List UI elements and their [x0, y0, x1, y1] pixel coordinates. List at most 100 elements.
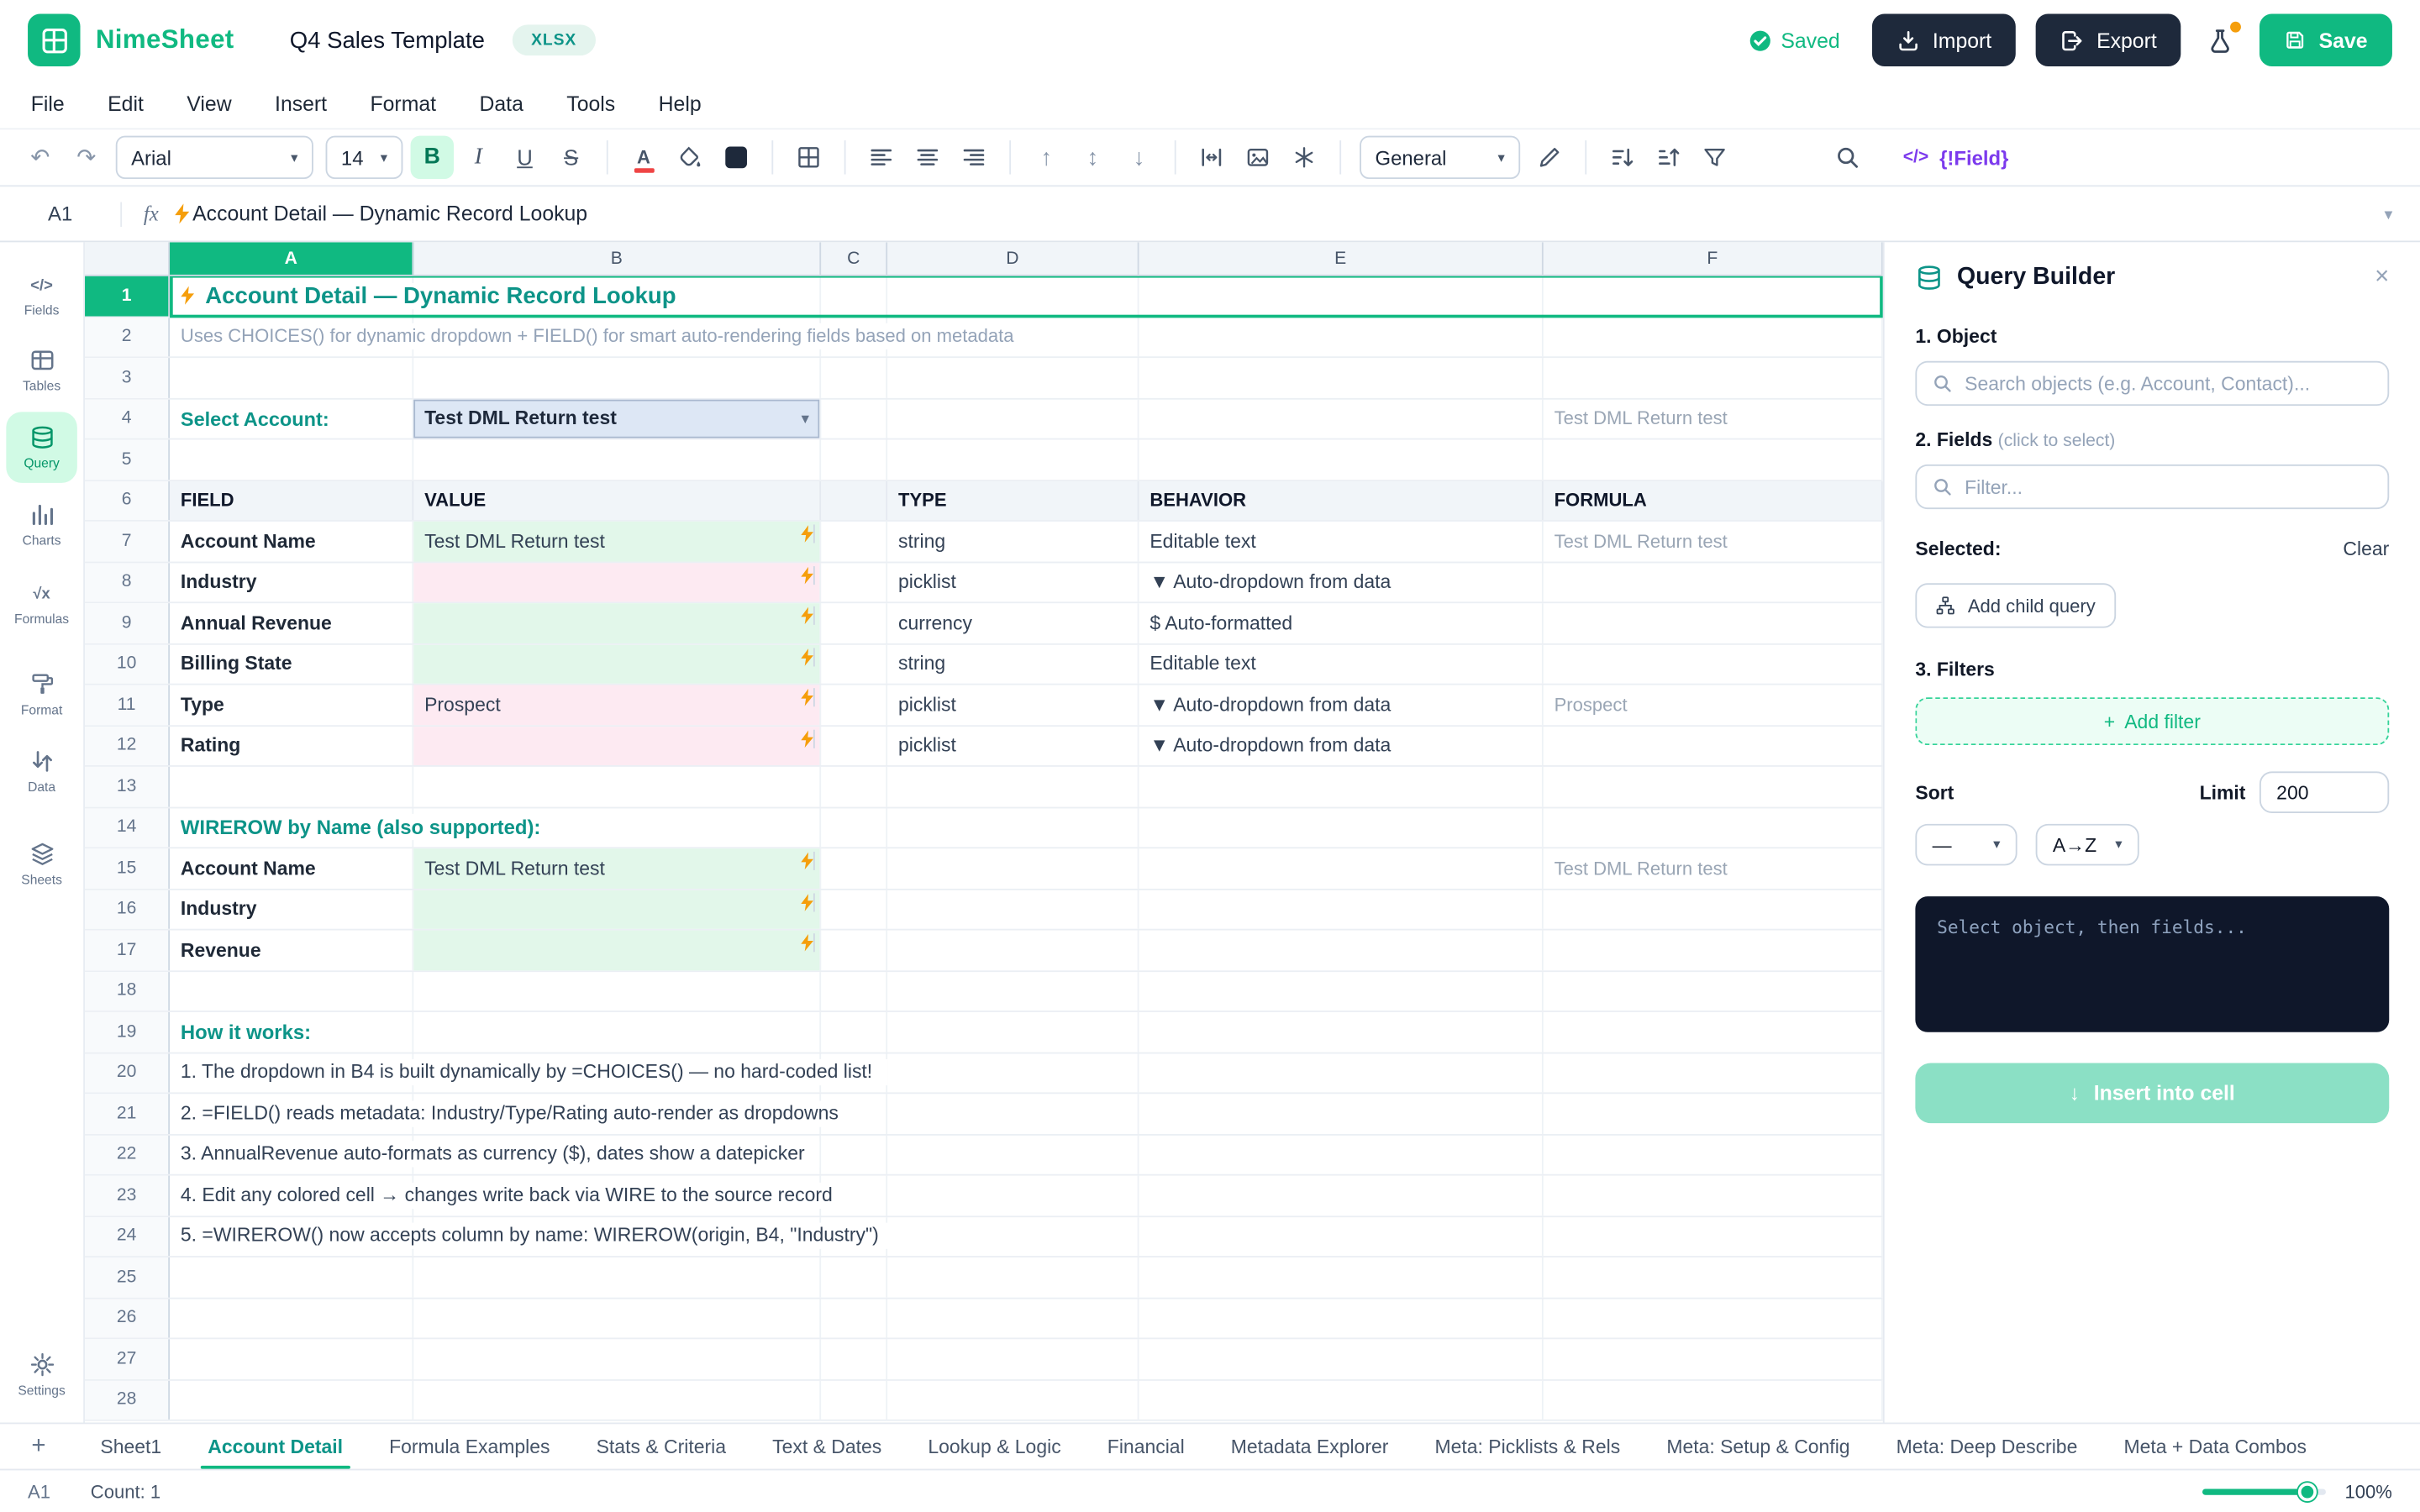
sheet-tab-lookup-logic[interactable]: Lookup & Logic: [905, 1424, 1084, 1468]
menu-data[interactable]: Data: [479, 92, 523, 116]
cell-D4[interactable]: [887, 399, 1139, 438]
cell-F21[interactable]: [1544, 1094, 1883, 1133]
cell-A3[interactable]: [170, 358, 413, 397]
cell-reference[interactable]: A1: [0, 202, 120, 226]
filter-button[interactable]: [1693, 136, 1736, 179]
row-header-25[interactable]: 25: [85, 1257, 170, 1297]
row-header-21[interactable]: 21: [85, 1094, 170, 1133]
cell-E5[interactable]: [1139, 439, 1544, 479]
row-header-15[interactable]: 15: [85, 848, 170, 888]
sidebar-item-tables[interactable]: Tables: [6, 335, 76, 406]
cell-F13[interactable]: [1544, 767, 1883, 806]
cell-D17[interactable]: [887, 931, 1139, 970]
sheet-tab-meta-picklists-rels[interactable]: Meta: Picklists & Rels: [1412, 1424, 1644, 1468]
select-all-corner[interactable]: [85, 242, 170, 275]
cell-B17[interactable]: [413, 931, 821, 970]
cell-D14[interactable]: [887, 808, 1139, 848]
cell-B9[interactable]: [413, 603, 821, 643]
cell-F24[interactable]: [1544, 1216, 1883, 1256]
menu-insert[interactable]: Insert: [275, 92, 327, 116]
cell-B13[interactable]: [413, 767, 821, 806]
cell-E6[interactable]: BEHAVIOR: [1139, 480, 1544, 520]
cell-A19[interactable]: How it works:: [170, 1012, 413, 1052]
cell-A12[interactable]: Rating: [170, 726, 413, 765]
cell-C9[interactable]: [821, 603, 887, 643]
row-header-20[interactable]: 20: [85, 1053, 170, 1093]
cell-E11[interactable]: ▼ Auto-dropdown from data: [1139, 685, 1544, 725]
cell-E12[interactable]: ▼ Auto-dropdown from data: [1139, 726, 1544, 765]
cell-D3[interactable]: [887, 358, 1139, 397]
cell-B6[interactable]: VALUE: [413, 480, 821, 520]
cell-C10[interactable]: [821, 644, 887, 684]
cell-F14[interactable]: [1544, 808, 1883, 848]
menu-help[interactable]: Help: [659, 92, 702, 116]
cell-C26[interactable]: [821, 1299, 887, 1338]
cell-D24[interactable]: [887, 1216, 1139, 1256]
cell-A9[interactable]: Annual Revenue: [170, 603, 413, 643]
cell-shade-button[interactable]: [714, 136, 757, 179]
sidebar-item-data[interactable]: Data: [6, 736, 76, 806]
sheet-tab-financial[interactable]: Financial: [1084, 1424, 1207, 1468]
cell-F9[interactable]: [1544, 603, 1883, 643]
cell-E3[interactable]: [1139, 358, 1544, 397]
sidebar-item-charts[interactable]: Charts: [6, 489, 76, 559]
cell-F27[interactable]: [1544, 1339, 1883, 1378]
cell-C6[interactable]: [821, 480, 887, 520]
row-header-23[interactable]: 23: [85, 1176, 170, 1215]
number-format-select[interactable]: General▾: [1360, 136, 1520, 179]
cell-A26[interactable]: [170, 1299, 413, 1338]
cell-C15[interactable]: [821, 848, 887, 888]
cell-E20[interactable]: [1139, 1053, 1544, 1093]
cell-A16[interactable]: Industry: [170, 890, 413, 929]
cell-F12[interactable]: [1544, 726, 1883, 765]
sidebar-item-settings[interactable]: Settings: [6, 1339, 76, 1410]
add-child-query-button[interactable]: Add child query: [1915, 583, 2115, 627]
cell-F28[interactable]: [1544, 1380, 1883, 1420]
sheet-tab-meta-deep-describe[interactable]: Meta: Deep Describe: [1873, 1424, 2101, 1468]
sort-direction-select[interactable]: A→Z▾: [2036, 824, 2139, 866]
row-header-6[interactable]: 6: [85, 480, 170, 520]
cell-B28[interactable]: [413, 1380, 821, 1420]
cell-C22[interactable]: [821, 1135, 887, 1174]
cell-A1[interactable]: Account Detail — Dynamic Record Lookup: [170, 276, 413, 316]
insert-into-cell-button[interactable]: ↓ Insert into cell: [1915, 1063, 2389, 1124]
cell-E25[interactable]: [1139, 1257, 1544, 1297]
fill-color-button[interactable]: [668, 136, 711, 179]
cell-F17[interactable]: [1544, 931, 1883, 970]
cell-E18[interactable]: [1139, 971, 1544, 1011]
search-button[interactable]: [1826, 136, 1869, 179]
row-header-9[interactable]: 9: [85, 603, 170, 643]
cell-C11[interactable]: [821, 685, 887, 725]
cell-A14[interactable]: WIREROW by Name (also supported):: [170, 808, 413, 848]
column-header-a[interactable]: A: [170, 242, 413, 275]
row-header-24[interactable]: 24: [85, 1216, 170, 1256]
column-header-d[interactable]: D: [887, 242, 1139, 275]
fields-filter-input[interactable]: [1965, 476, 2372, 498]
dropdown-caret-icon[interactable]: ▾: [802, 410, 808, 427]
add-sheet-button[interactable]: +: [15, 1432, 61, 1460]
sidebar-item-fields[interactable]: </>Fields: [6, 258, 76, 328]
cell-C4[interactable]: [821, 399, 887, 438]
cell-F20[interactable]: [1544, 1053, 1883, 1093]
redo-button[interactable]: ↷: [65, 136, 108, 179]
bold-button[interactable]: B: [411, 136, 454, 179]
cell-E15[interactable]: [1139, 848, 1544, 888]
cell-B15[interactable]: Test DML Return test: [413, 848, 821, 888]
sidebar-item-formulas[interactable]: √xFormulas: [6, 566, 76, 637]
strikethrough-button[interactable]: S: [550, 136, 592, 179]
cell-F18[interactable]: [1544, 971, 1883, 1011]
row-header-19[interactable]: 19: [85, 1012, 170, 1052]
cell-E23[interactable]: [1139, 1176, 1544, 1215]
row-header-2[interactable]: 2: [85, 317, 170, 356]
cell-D21[interactable]: [887, 1094, 1139, 1133]
cell-F7[interactable]: Test DML Return test: [1544, 522, 1883, 561]
cell-A28[interactable]: [170, 1380, 413, 1420]
cell-C14[interactable]: [821, 808, 887, 848]
cell-B3[interactable]: [413, 358, 821, 397]
cell-E26[interactable]: [1139, 1299, 1544, 1338]
row-header-5[interactable]: 5: [85, 439, 170, 479]
cell-E19[interactable]: [1139, 1012, 1544, 1052]
sort-field-select[interactable]: —▾: [1915, 824, 2017, 866]
cell-D28[interactable]: [887, 1380, 1139, 1420]
cell-C27[interactable]: [821, 1339, 887, 1378]
